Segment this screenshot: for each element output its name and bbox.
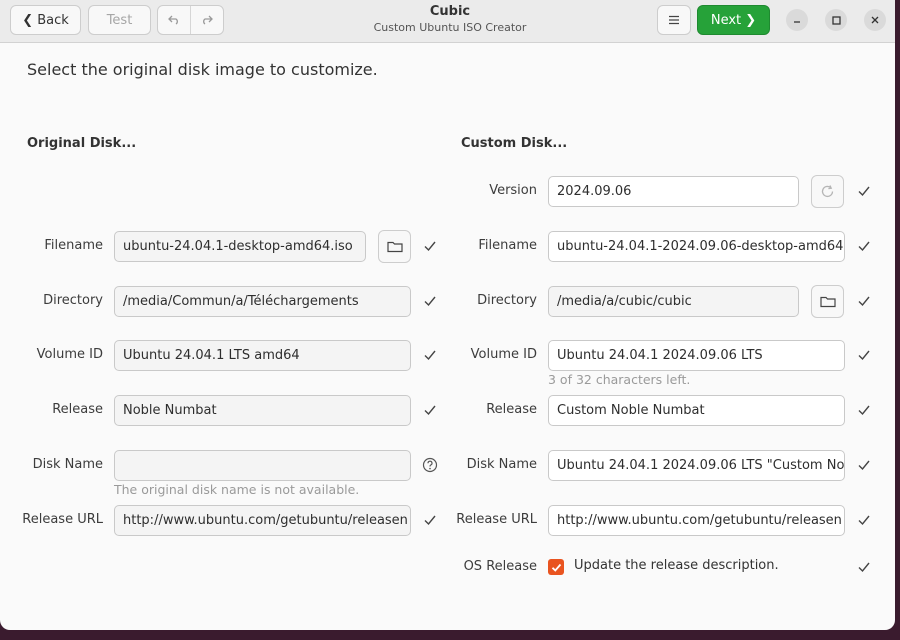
close-icon[interactable] [864, 9, 886, 31]
checkmark-icon [858, 350, 870, 361]
original-disk-name-field[interactable] [114, 450, 411, 481]
custom-disk-name-field[interactable]: Ubuntu 24.04.1 2024.09.06 LTS "Custom No… [548, 450, 845, 481]
original-volume-id-field[interactable]: Ubuntu 24.04.1 LTS amd64 [114, 340, 411, 371]
custom-volume-id-field[interactable]: Ubuntu 24.04.1 2024.09.06 LTS [548, 340, 845, 371]
checkmark-icon [858, 186, 870, 197]
custom-os-release-label: OS Release [463, 559, 537, 574]
back-button[interactable]: ❮ Back [10, 5, 81, 35]
original-volume-id-label: Volume ID [36, 347, 103, 362]
hamburger-menu-icon[interactable] [657, 5, 691, 35]
refresh-icon[interactable] [811, 175, 844, 208]
original-release-field[interactable]: Noble Numbat [114, 395, 411, 426]
redo-icon[interactable] [191, 6, 223, 34]
original-filename-label: Filename [44, 238, 103, 253]
custom-filename-label: Filename [478, 238, 537, 253]
custom-release-url-field[interactable]: http://www.ubuntu.com/getubuntu/releasen [548, 505, 845, 536]
checkmark-icon [424, 241, 436, 252]
test-button[interactable]: Test [88, 5, 151, 35]
custom-directory-field[interactable]: /media/a/cubic/cubic [548, 286, 799, 317]
original-filename-field[interactable]: ubuntu-24.04.1-desktop-amd64.iso [114, 231, 366, 262]
checkmark-icon [424, 296, 436, 307]
original-release-label: Release [52, 402, 103, 417]
os-release-checkbox[interactable] [548, 559, 564, 575]
original-disk-name-hint: The original disk name is not available. [114, 482, 360, 497]
custom-release-field[interactable]: Custom Noble Numbat [548, 395, 845, 426]
checkmark-icon [858, 460, 870, 471]
minimize-icon[interactable] [786, 9, 808, 31]
cubic-window: ❮ Back Test Cubic Custom Ubuntu ISO Crea… [0, 0, 895, 630]
original-release-url-label: Release URL [22, 512, 103, 527]
window-title: Cubic [429, 4, 471, 19]
checkmark-icon [858, 241, 870, 252]
os-release-checkbox-label[interactable]: Update the release description. [574, 558, 779, 573]
custom-release-url-label: Release URL [456, 512, 537, 527]
checkmark-icon [858, 515, 870, 526]
original-directory-field[interactable]: /media/Commun/a/Téléchargements [114, 286, 411, 317]
question-icon[interactable] [422, 457, 438, 473]
checkmark-icon [424, 350, 436, 361]
window-subtitle: Custom Ubuntu ISO Creator [373, 21, 527, 34]
folder-icon[interactable] [811, 285, 844, 318]
checkmark-icon [424, 515, 436, 526]
custom-version-field[interactable]: 2024.09.06 [548, 176, 799, 207]
maximize-icon[interactable] [825, 9, 847, 31]
original-directory-label: Directory [43, 293, 103, 308]
folder-icon[interactable] [378, 230, 411, 263]
original-release-url-field[interactable]: http://www.ubuntu.com/getubuntu/releasen [114, 505, 411, 536]
custom-directory-label: Directory [477, 293, 537, 308]
next-button[interactable]: Next ❯ [697, 5, 770, 35]
undo-redo-group [157, 5, 224, 35]
custom-filename-field[interactable]: ubuntu-24.04.1-2024.09.06-desktop-amd64.… [548, 231, 845, 262]
checkmark-icon [858, 296, 870, 307]
checkmark-icon [858, 405, 870, 416]
checkmark-icon [424, 405, 436, 416]
original-disk-name-label: Disk Name [32, 457, 103, 472]
window-title-block: Cubic Custom Ubuntu ISO Creator [300, 4, 600, 36]
custom-disk-heading: Custom Disk... [461, 136, 568, 151]
original-disk-heading: Original Disk... [27, 136, 137, 151]
undo-icon[interactable] [158, 6, 191, 34]
custom-version-label: Version [489, 183, 537, 198]
checkmark-icon [858, 562, 870, 573]
page-prompt: Select the original disk image to custom… [27, 60, 378, 79]
header-bar: ❮ Back Test Cubic Custom Ubuntu ISO Crea… [0, 0, 895, 43]
custom-release-label: Release [486, 402, 537, 417]
custom-volume-id-label: Volume ID [470, 347, 537, 362]
custom-disk-name-label: Disk Name [466, 457, 537, 472]
custom-volume-id-hint: 3 of 32 characters left. [548, 372, 691, 387]
